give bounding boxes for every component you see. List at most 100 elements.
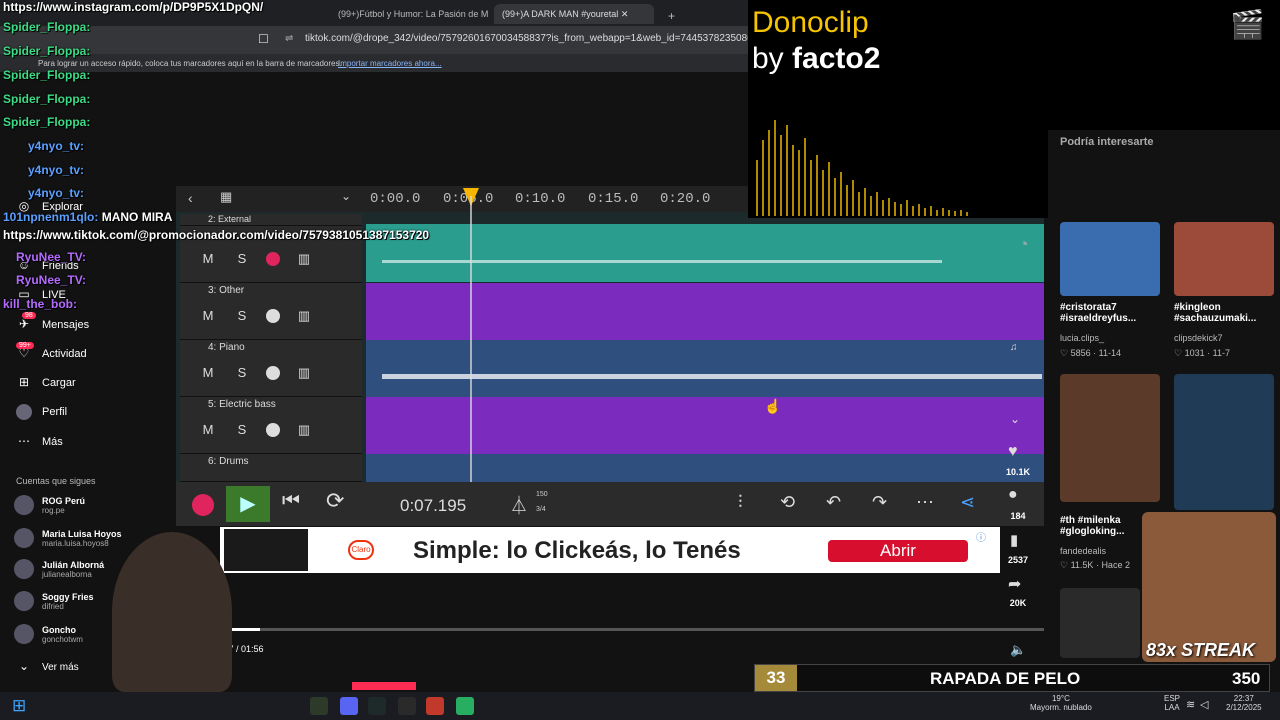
solo-button[interactable]: S [230, 362, 254, 384]
following-item[interactable]: Julián Alborná julianealborna [14, 559, 104, 579]
record-arm-icon[interactable] [266, 366, 280, 380]
video-thumbnail[interactable] [1174, 374, 1274, 510]
cursor-hand-icon: ☝ [764, 398, 782, 414]
rec-user[interactable]: lucia.clips_ [1060, 333, 1104, 343]
nav-perfil[interactable]: Perfil [16, 404, 67, 420]
share-icon[interactable]: ⋖ [960, 492, 975, 513]
bookmark-star-icon[interactable]: ☐ [258, 32, 269, 46]
chat-message: 101npnenm1qlo: MANO MIRA [3, 210, 172, 224]
rec-date: 11-14 [1098, 348, 1121, 358]
import-bookmarks-link[interactable]: Importar marcadores ahora... [338, 59, 442, 68]
undo-icon[interactable]: ↶ [826, 492, 841, 513]
wifi-icon[interactable]: ≋ [1186, 698, 1195, 711]
avatar [14, 591, 34, 611]
donoclip-by-label: by [752, 42, 784, 75]
share-icon[interactable]: ➦ [1008, 574, 1021, 594]
rec-likes: 5856 [1070, 348, 1091, 358]
loop-icon[interactable]: ⟳ [326, 488, 344, 514]
solo-button[interactable]: S [230, 248, 254, 270]
solo-button[interactable]: S [230, 419, 254, 441]
nav-label: Mensajes [42, 319, 90, 331]
video-thumbnail[interactable] [1174, 222, 1274, 296]
following-item[interactable]: Soggy Fries difried [14, 591, 94, 611]
video-thumbnail[interactable] [1060, 374, 1160, 502]
chevron-down-icon[interactable]: ⌄ [1010, 412, 1020, 426]
track-header: 6: Drums [180, 454, 362, 482]
redo-icon[interactable]: ↷ [872, 492, 887, 513]
mute-button[interactable]: M [196, 362, 220, 384]
see-more-button[interactable]: ⌄ Ver más [16, 659, 79, 675]
ad-info-icon[interactable]: ⓘ [976, 529, 986, 544]
streak-count: 33 [755, 665, 797, 691]
piano-icon[interactable]: ▥ [292, 419, 316, 441]
ad-open-button[interactable]: Abrir [828, 540, 968, 562]
discord-icon[interactable] [340, 697, 358, 715]
chat-user: RyuNee_TV: [16, 273, 87, 287]
track-lane [366, 397, 1044, 454]
mute-button[interactable]: M [196, 419, 220, 441]
rec-user[interactable]: clipsdekick7 [1174, 333, 1223, 343]
video-progress-track[interactable] [210, 628, 1044, 631]
app-icon[interactable] [456, 697, 474, 715]
play-icon[interactable]: ▶ [226, 486, 270, 522]
nav-mensajes[interactable]: ✈ Mensajes [16, 317, 89, 333]
app-icon[interactable] [368, 697, 386, 715]
taskbar-highlight [352, 682, 416, 690]
app-icon[interactable] [310, 697, 328, 715]
nav-cargar[interactable]: ⊞ Cargar [16, 375, 76, 391]
mixer-icon[interactable]: ⫶ [738, 492, 743, 513]
skip-back-icon[interactable]: ⏮ [282, 490, 300, 513]
app-icon[interactable] [398, 697, 416, 715]
tab-label: (99+)Fútbol y Humor: La Pasión de M [338, 9, 489, 19]
record-arm-icon[interactable] [266, 252, 280, 266]
browser-tab[interactable]: (99+)Fútbol y Humor: La Pasión de M [330, 4, 490, 24]
language-indicator[interactable]: ESP LAA [1164, 694, 1180, 712]
piano-icon[interactable]: ▥ [292, 305, 316, 327]
rec-user[interactable]: fandedealis [1060, 546, 1106, 556]
video-thumbnail[interactable] [1060, 588, 1140, 658]
rec-title[interactable]: #kingleon #sachauzumaki... [1174, 302, 1274, 324]
following-item[interactable]: Maria Luisa Hoyos maria.luisa.hoyos8 [14, 528, 122, 548]
video-thumbnail[interactable] [1060, 222, 1160, 296]
chat-message: Spider_Floppa: [3, 44, 90, 58]
scroll-top-icon[interactable]: ◔ [1018, 234, 1029, 255]
mute-button[interactable]: M [196, 305, 220, 327]
weather-widget[interactable]: 19°C Mayorm. nublado [1030, 694, 1092, 712]
new-tab-button[interactable]: + [660, 4, 680, 24]
url-text[interactable]: tiktok.com/@drope_342/video/757926016700… [305, 33, 781, 44]
follow-name: Goncho [42, 624, 76, 635]
heart-icon[interactable]: ♥ [1008, 443, 1018, 461]
following-item[interactable]: Goncho gonchotwm [14, 624, 83, 644]
following-item[interactable]: ROG Perú rog.pe [14, 495, 85, 515]
chat-user: RyuNee_TV: [16, 250, 87, 264]
more-icon[interactable]: ⋯ [916, 492, 934, 513]
sync-icon[interactable]: ⟲ [780, 492, 795, 513]
nav-mas[interactable]: ⋯ Más [16, 434, 63, 450]
clock[interactable]: 22:37 2/12/2025 [1226, 694, 1262, 712]
app-icon[interactable] [426, 697, 444, 715]
record-arm-icon[interactable] [266, 423, 280, 437]
close-icon[interactable]: ✕ [621, 9, 629, 19]
volume-icon[interactable]: ◁ [1200, 698, 1208, 711]
record-icon[interactable] [192, 494, 214, 516]
volume-icon[interactable]: 🔈 [1010, 642, 1026, 658]
piano-icon[interactable]: ▥ [292, 362, 316, 384]
record-arm-icon[interactable] [266, 309, 280, 323]
avatar [14, 559, 34, 579]
track-name: 5: Electric bass [208, 399, 276, 410]
bookmarks-hint: Para lograr un acceso rápido, coloca tus… [38, 59, 342, 68]
metronome-icon[interactable]: ⏃ [510, 492, 528, 518]
piano-icon[interactable]: ▥ [292, 248, 316, 270]
browser-tab-active[interactable]: (99+)A DARK MAN #youretal ✕ [494, 4, 654, 24]
mute-button[interactable]: M [196, 248, 220, 270]
track-header: 3: Other M S ▥ [180, 283, 362, 340]
solo-button[interactable]: S [230, 305, 254, 327]
site-info-icon[interactable]: ⇌ [285, 33, 293, 44]
bookmark-icon[interactable]: ▮ [1010, 531, 1018, 549]
chat-message: Spider_Floppa: [3, 92, 90, 106]
windows-start-icon[interactable]: ⊞ [12, 696, 26, 716]
donoclip-title: Donoclip [752, 6, 869, 39]
comment-icon[interactable]: ● [1008, 486, 1018, 504]
rec-title[interactable]: #cristorata7 #israeldreyfus... [1060, 302, 1165, 324]
rec-title[interactable]: #th #milenka #glogloking... [1060, 515, 1140, 537]
